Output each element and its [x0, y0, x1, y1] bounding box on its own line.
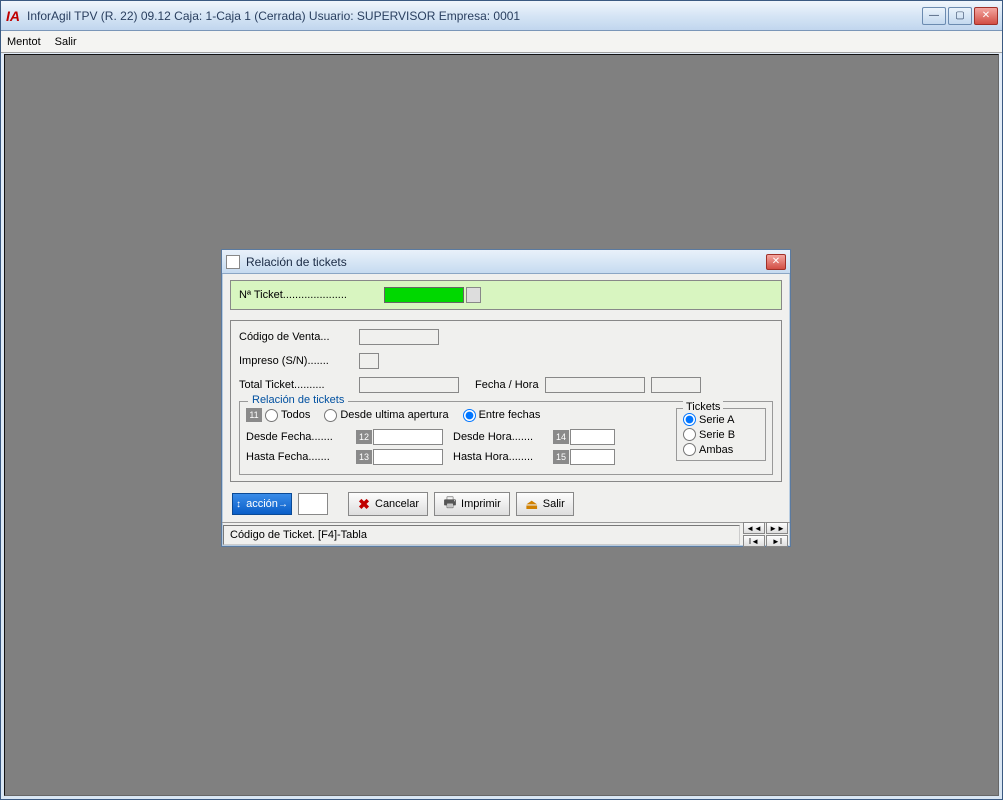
dialog-titlebar[interactable]: Relación de tickets ✕ — [222, 250, 790, 274]
hasta-hora-label: Hasta Hora........ — [453, 451, 553, 463]
fecha-input[interactable] — [545, 377, 645, 393]
desde-hora-input[interactable] — [570, 429, 615, 445]
main-window: IA InforAgil TPV (R. 22) 09.12 Caja: 1-C… — [0, 0, 1003, 800]
dialog-body: Nª Ticket..................... Código de… — [222, 274, 790, 522]
status-bar: Código de Ticket. [F4]-Tabla ◄◄ ►► I◄ ►I — [222, 522, 790, 546]
exit-button[interactable]: ⏏ Salir — [516, 492, 574, 516]
minimize-button[interactable]: — — [922, 7, 946, 25]
fieldset-legend: Relación de tickets — [248, 394, 348, 406]
radio-serie-a[interactable]: Serie A — [683, 413, 759, 426]
codigo-venta-label: Código de Venta... — [239, 331, 359, 343]
badge-14: 14 — [553, 430, 569, 444]
impreso-input[interactable] — [359, 353, 379, 369]
ticket-number-panel: Nª Ticket..................... — [230, 280, 782, 310]
printer-icon: 🖶 — [443, 497, 457, 511]
total-ticket-label: Total Ticket.......... — [239, 379, 359, 391]
tickets-legend: Tickets — [683, 401, 723, 413]
button-bar: acción ✖ Cancelar 🖶 Imprimir ⏏ Salir — [230, 488, 782, 520]
hora-input[interactable] — [651, 377, 701, 393]
hasta-hora-input[interactable] — [570, 449, 615, 465]
radio-entre-fechas[interactable]: Entre fechas — [463, 409, 541, 422]
menubar: Mentot Salir — [1, 31, 1002, 53]
nav-first-button[interactable]: ◄◄ — [743, 522, 765, 534]
cancel-button[interactable]: ✖ Cancelar — [348, 492, 428, 516]
nav-prev-button[interactable]: I◄ — [743, 535, 765, 547]
badge-12: 12 — [356, 430, 372, 444]
badge-13: 13 — [356, 450, 372, 464]
relacion-tickets-fieldset: Relación de tickets 11 Todos — [239, 401, 773, 475]
badge-15: 15 — [553, 450, 569, 464]
mdi-client-area: Relación de tickets ✕ Nª Ticket.........… — [4, 54, 999, 796]
dialog-icon — [226, 255, 240, 269]
hasta-fecha-label: Hasta Fecha....... — [246, 451, 356, 463]
menu-mentot[interactable]: Mentot — [7, 36, 41, 48]
ticket-number-label: Nª Ticket..................... — [239, 289, 384, 301]
menu-salir[interactable]: Salir — [55, 36, 77, 48]
hasta-fecha-input[interactable] — [373, 449, 443, 465]
dialog-close-button[interactable]: ✕ — [766, 254, 786, 270]
ticket-lookup-button[interactable] — [466, 287, 481, 303]
window-title: InforAgil TPV (R. 22) 09.12 Caja: 1-Caja… — [27, 9, 922, 23]
relacion-tickets-dialog: Relación de tickets ✕ Nª Ticket.........… — [221, 249, 791, 547]
radio-todos[interactable]: Todos — [265, 409, 310, 422]
tickets-series-box: Tickets Serie A Serie B Ambas — [676, 408, 766, 461]
form-panel: Código de Venta... Impreso (S/N)....... … — [230, 320, 782, 482]
codigo-venta-input[interactable] — [359, 329, 439, 345]
radio-desde-apertura[interactable]: Desde ultima apertura — [324, 409, 448, 422]
desde-fecha-input[interactable] — [373, 429, 443, 445]
total-ticket-input[interactable] — [359, 377, 459, 393]
nav-last-button[interactable]: ►► — [766, 522, 788, 534]
nav-buttons: ◄◄ ►► I◄ ►I — [743, 522, 788, 547]
main-titlebar: IA InforAgil TPV (R. 22) 09.12 Caja: 1-C… — [1, 1, 1002, 31]
close-button[interactable]: ✕ — [974, 7, 998, 25]
print-button[interactable]: 🖶 Imprimir — [434, 492, 510, 516]
cancel-icon: ✖ — [357, 497, 371, 511]
impreso-label: Impreso (S/N)....... — [239, 355, 359, 367]
app-icon: IA — [5, 8, 21, 24]
fecha-hora-label: Fecha / Hora — [475, 379, 539, 391]
badge-11: 11 — [246, 408, 262, 422]
accion-input[interactable] — [298, 493, 328, 515]
dialog-title: Relación de tickets — [246, 255, 766, 269]
desde-fecha-label: Desde Fecha....... — [246, 431, 356, 443]
nav-next-button[interactable]: ►I — [766, 535, 788, 547]
radio-serie-b[interactable]: Serie B — [683, 428, 759, 441]
status-text: Código de Ticket. [F4]-Tabla — [223, 525, 740, 545]
maximize-button[interactable]: ▢ — [948, 7, 972, 25]
ticket-number-input[interactable] — [384, 287, 464, 303]
desde-hora-label: Desde Hora....... — [453, 431, 553, 443]
radio-ambas[interactable]: Ambas — [683, 443, 759, 456]
exit-icon: ⏏ — [525, 497, 539, 511]
accion-button[interactable]: acción — [232, 493, 292, 515]
